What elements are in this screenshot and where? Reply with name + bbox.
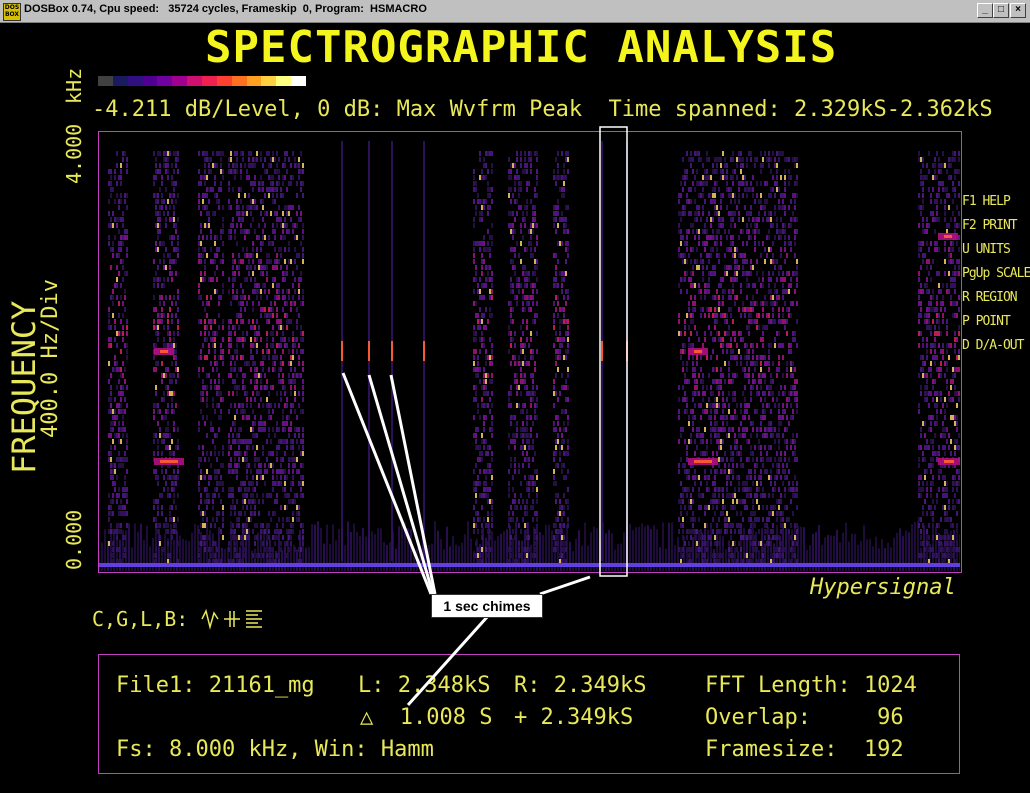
palette-swatch	[202, 76, 217, 86]
axis-tick-top: 4.000	[62, 123, 86, 184]
palette-swatch	[231, 76, 247, 86]
dosbox-icon[interactable]: DOS BOX	[3, 3, 21, 21]
palette-swatch	[291, 76, 307, 86]
axis-unit-khz: kHz	[62, 67, 86, 104]
window-title: DOSBox 0.74, Cpu speed: 35724 cycles, Fr…	[24, 3, 427, 15]
palette-swatch	[157, 76, 173, 86]
palette-swatch	[246, 76, 262, 86]
palette-swatch	[112, 76, 128, 86]
level-info-line: -4.211 dB/Level, 0 dB: Max Wvfrm Peak Ti…	[92, 97, 993, 122]
palette-swatch	[261, 76, 277, 86]
palette-swatch	[216, 76, 232, 86]
frequency-axis-scale: 400.0 Hz/Div	[38, 279, 63, 438]
maximize-button[interactable]: □	[993, 3, 1009, 18]
axis-tick-bottom: 0.000	[62, 509, 86, 570]
minimize-button[interactable]: _	[977, 3, 993, 18]
color-level-palette	[98, 76, 307, 86]
palette-swatch	[142, 76, 158, 86]
palette-swatch	[127, 76, 143, 86]
palette-swatch	[187, 76, 203, 86]
palette-swatch	[98, 76, 113, 86]
window-titlebar[interactable]: DOS BOX DOSBox 0.74, Cpu speed: 35724 cy…	[0, 0, 1030, 23]
page-title: SPECTROGRAPHIC ANALYSIS	[205, 22, 838, 73]
palette-swatch	[276, 76, 292, 86]
palette-swatch	[172, 76, 188, 86]
close-button[interactable]: ×	[1010, 3, 1026, 18]
